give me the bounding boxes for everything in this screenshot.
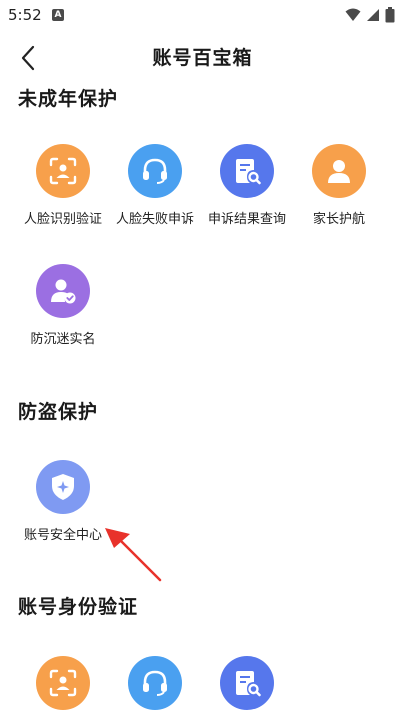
annotation-arrow (105, 528, 162, 582)
tile-label: 人脸识别验证 (23, 212, 102, 227)
status-time: 5:52 (8, 6, 42, 24)
document-search-icon (236, 159, 261, 185)
tile-icon-bg (220, 656, 274, 710)
face-scan-icon (49, 157, 77, 185)
battery-icon (385, 7, 395, 23)
tile-identity-face[interactable] (17, 656, 109, 710)
tile-identity-headset[interactable] (109, 656, 201, 710)
tile-account-security-center[interactable]: 账号安全中心 (17, 460, 109, 543)
tile-icon-bg (36, 264, 90, 318)
document-search-icon (236, 671, 261, 697)
tile-label: 人脸失败申诉 (115, 212, 194, 227)
tile-face-verify[interactable]: 人脸识别验证 (17, 144, 109, 227)
section-title-minor-protection: 未成年保护 (18, 88, 119, 110)
tile-icon-bg (220, 144, 274, 198)
tile-parent-guard[interactable]: 家长护航 (293, 144, 385, 227)
shield-icon (52, 474, 74, 500)
status-bar: 5:52 A (0, 0, 405, 30)
person-icon (328, 160, 350, 183)
tile-icon-bg (36, 144, 90, 198)
headset-icon (143, 158, 167, 184)
section-title-identity-verify: 账号身份验证 (18, 596, 139, 618)
notification-app-icon: A (52, 9, 64, 21)
page-title: 账号百宝箱 (152, 47, 253, 69)
tile-label: 家长护航 (312, 212, 365, 227)
tile-anti-addiction[interactable]: 防沉迷实名 (17, 264, 109, 347)
tile-icon-bg (312, 144, 366, 198)
nav-bar: 账号百宝箱 (0, 38, 405, 78)
tile-icon-bg (128, 656, 182, 710)
user-verified-icon (51, 279, 76, 304)
face-scan-icon (49, 669, 77, 697)
signal-icon (367, 9, 379, 21)
status-icons (345, 7, 395, 23)
wifi-icon (345, 8, 361, 21)
tile-identity-doc[interactable] (201, 656, 293, 710)
tile-icon-bg (36, 460, 90, 514)
tile-icon-bg (128, 144, 182, 198)
tile-label: 防沉迷实名 (30, 332, 96, 347)
tile-icon-bg (36, 656, 90, 710)
tile-face-appeal[interactable]: 人脸失败申诉 (109, 144, 201, 227)
tile-appeal-result[interactable]: 申诉结果查询 (201, 144, 293, 227)
tile-label: 账号安全中心 (23, 528, 102, 543)
tile-label: 申诉结果查询 (207, 212, 286, 227)
headset-icon (143, 670, 167, 696)
section-title-anti-theft: 防盗保护 (18, 401, 99, 423)
